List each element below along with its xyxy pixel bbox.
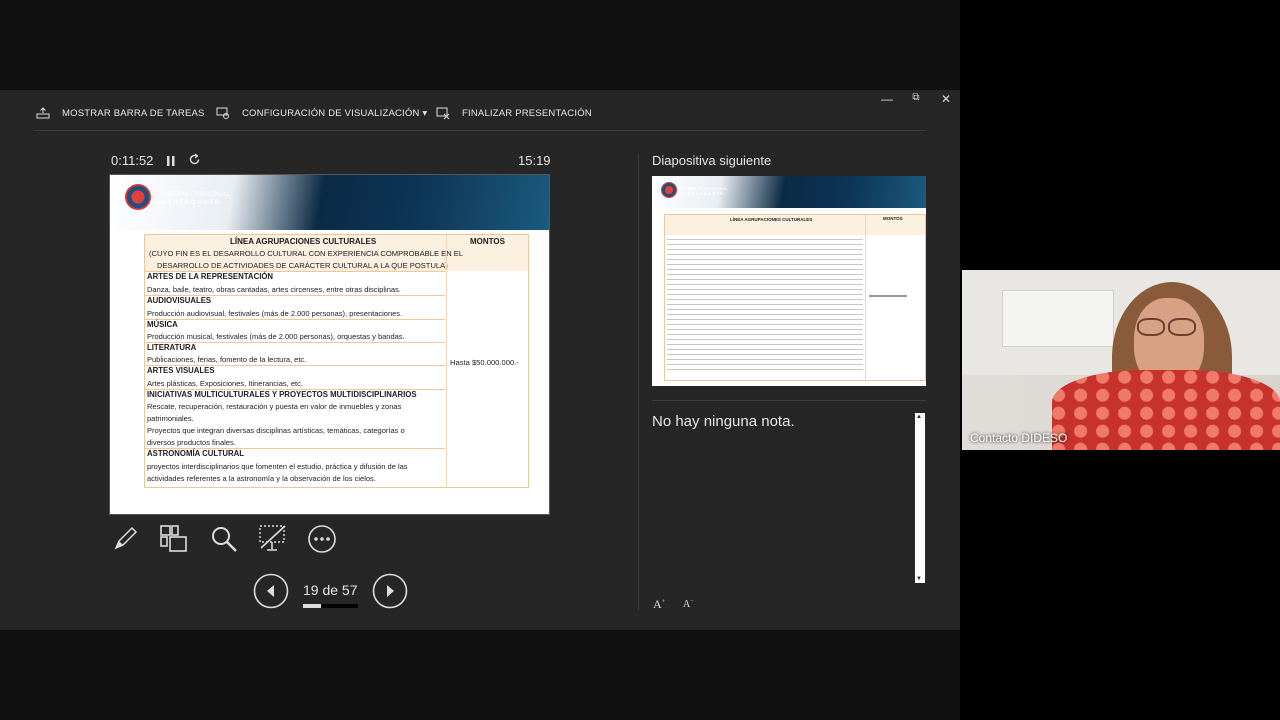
pane-divider [638, 155, 639, 610]
thumb-amount-text [869, 295, 907, 297]
thumb-column-divider [865, 215, 866, 380]
thumb-amount-header: MONTOS [883, 216, 903, 221]
section-heading: ASTRONOMÍA CULTURAL [147, 449, 245, 458]
zoom-button[interactable] [209, 524, 239, 559]
logo-line1: GOBIERNO REGIONAL [155, 191, 231, 198]
scroll-down-icon[interactable]: ▼ [916, 576, 922, 582]
section-heading: ARTES VISUALES [147, 366, 215, 375]
end-show-label: FINALIZAR PRESENTACIÓN [462, 107, 592, 119]
thumb-title: LÍNEA AGRUPACIONES CULTURALES [730, 217, 813, 222]
next-icon [372, 573, 408, 609]
notes-divider [652, 400, 926, 401]
screen-off-icon [259, 525, 286, 551]
slide-progress-fill [303, 604, 322, 608]
column-divider [446, 235, 447, 487]
end-show-icon [436, 107, 450, 120]
thumb-logo-line2: ANTOFAGASTA [679, 191, 724, 196]
section-heading: LITERATURA [147, 343, 197, 352]
amount-value: Hasta $50.000.000.- [450, 358, 519, 367]
elapsed-timer: 0:11:52 [111, 153, 154, 168]
minimize-button[interactable]: — [877, 92, 897, 106]
taskbar-icon [36, 107, 50, 119]
section-heading: ARTES DE LA REPRESENTACIÓN [147, 272, 274, 281]
section-heading: AUDIOVISUALES [147, 296, 212, 305]
pause-icon [167, 156, 175, 166]
thumb-header-banner: GOBIERNO REGIONAL ANTOFAGASTA [652, 176, 926, 208]
next-slide-button[interactable] [372, 573, 408, 614]
section-text: Rescate, recuperación, restauración y pu… [147, 402, 402, 411]
section-text: diversos productos finales. [147, 438, 236, 447]
black-screen-button[interactable] [257, 522, 289, 559]
notes-scrollbar[interactable]: ▲ ▼ [915, 413, 925, 583]
clock: 15:19 [518, 153, 551, 168]
thumb-table: LÍNEA AGRUPACIONES CULTURALES MONTOS [664, 214, 926, 381]
section-text: Producción musical, festivales (más de 2… [147, 332, 405, 341]
amount-header: MONTOS [470, 237, 505, 246]
close-button[interactable]: ✕ [936, 92, 956, 106]
previous-slide-button[interactable] [253, 573, 289, 614]
slide-table: LÍNEA AGRUPACIONES CULTURALES (CUYO FIN … [144, 234, 529, 488]
slide-header-banner: GOBIERNO REGIONAL ANTOFAGASTA [110, 175, 549, 230]
thumb-text-lines [667, 239, 863, 374]
next-slide-thumbnail[interactable]: GOBIERNO REGIONAL ANTOFAGASTA LÍNEA AGRU… [652, 176, 926, 386]
section-text: Producción audiovisual, festivales (más … [147, 309, 403, 318]
pen-tool-button[interactable] [112, 524, 140, 557]
section-text: actividades referentes a la astronomía y… [147, 474, 376, 483]
table-subtitle-1: (CUYO FIN ES EL DESARROLLO CULTURAL CON … [149, 249, 464, 258]
participant-shirt [1052, 370, 1280, 450]
pause-button[interactable] [166, 154, 176, 172]
table-title: LÍNEA AGRUPACIONES CULTURALES [230, 237, 377, 246]
display-settings-icon [216, 107, 229, 119]
glasses-right [1168, 318, 1196, 336]
slide-progress-track [303, 604, 358, 608]
increase-font-button[interactable]: A+ [653, 597, 665, 612]
section-text: Artes plásticas, Exposiciones, Itineranc… [147, 379, 303, 388]
speaker-notes-panel[interactable]: No hay ninguna nota. [652, 413, 926, 583]
section-text: Publicaciones, ferias, fomento de la lec… [147, 355, 307, 364]
more-icon [308, 525, 336, 553]
participant-video[interactable]: Contacto DIDESO [962, 270, 1280, 450]
participant-name: Contacto DIDESO [970, 431, 1068, 445]
slide-counter: 19 de 57 [303, 582, 358, 598]
table-subtitle-2: DESARROLLO DE ACTIVIDADES DE CARÁCTER CU… [157, 261, 448, 270]
font-increase-icon: A+ [653, 597, 666, 611]
pen-icon [114, 526, 138, 550]
presenter-view: MOSTRAR BARRA DE TAREAS CONFIGURACIÓN DE… [0, 90, 960, 630]
decrease-font-button[interactable]: A− [683, 599, 694, 610]
show-taskbar-button[interactable]: MOSTRAR BARRA DE TAREAS [36, 100, 205, 126]
whiteboard-background [1002, 290, 1114, 347]
regional-logo-icon [125, 184, 151, 210]
font-decrease-icon: A− [683, 599, 694, 611]
section-text: proyectos interdisciplinarios que foment… [147, 462, 408, 471]
logo-line2: ANTOFAGASTA [155, 199, 221, 206]
next-slide-label: Diapositiva siguiente [652, 153, 772, 168]
see-all-slides-button[interactable] [159, 524, 189, 559]
glasses-left [1137, 318, 1165, 336]
reset-timer-button[interactable] [188, 153, 201, 171]
section-text: Proyectos que integran diversas discipli… [147, 426, 405, 435]
reset-icon [189, 153, 200, 165]
previous-icon [253, 573, 289, 609]
restore-button[interactable]: ⧉ [906, 92, 926, 103]
display-settings-button[interactable]: CONFIGURACIÓN DE VISUALIZACIÓN ▾ [216, 100, 427, 126]
notes-text: No hay ninguna nota. [652, 413, 795, 430]
row-divider [145, 319, 445, 320]
more-options-button[interactable] [307, 524, 337, 559]
section-heading: MÚSICA [147, 320, 178, 329]
show-taskbar-label: MOSTRAR BARRA DE TAREAS [62, 107, 205, 119]
display-settings-label: CONFIGURACIÓN DE VISUALIZACIÓN ▾ [242, 107, 428, 119]
section-text: Danza, baile, teatro, obras cantadas, ar… [147, 285, 401, 294]
scroll-up-icon[interactable]: ▲ [916, 414, 922, 420]
section-heading: INICIATIVAS MULTICULTURALES Y PROYECTOS … [147, 390, 417, 399]
end-show-button[interactable]: FINALIZAR PRESENTACIÓN [436, 100, 592, 126]
slide-grid-icon [160, 525, 187, 552]
current-slide[interactable]: GOBIERNO REGIONAL ANTOFAGASTA LÍNEA AGRU… [110, 175, 549, 514]
toolbar-divider [34, 130, 926, 131]
magnifier-icon [212, 527, 237, 552]
section-text: patrimoniales. [147, 414, 194, 423]
thumb-logo-icon [661, 182, 677, 198]
